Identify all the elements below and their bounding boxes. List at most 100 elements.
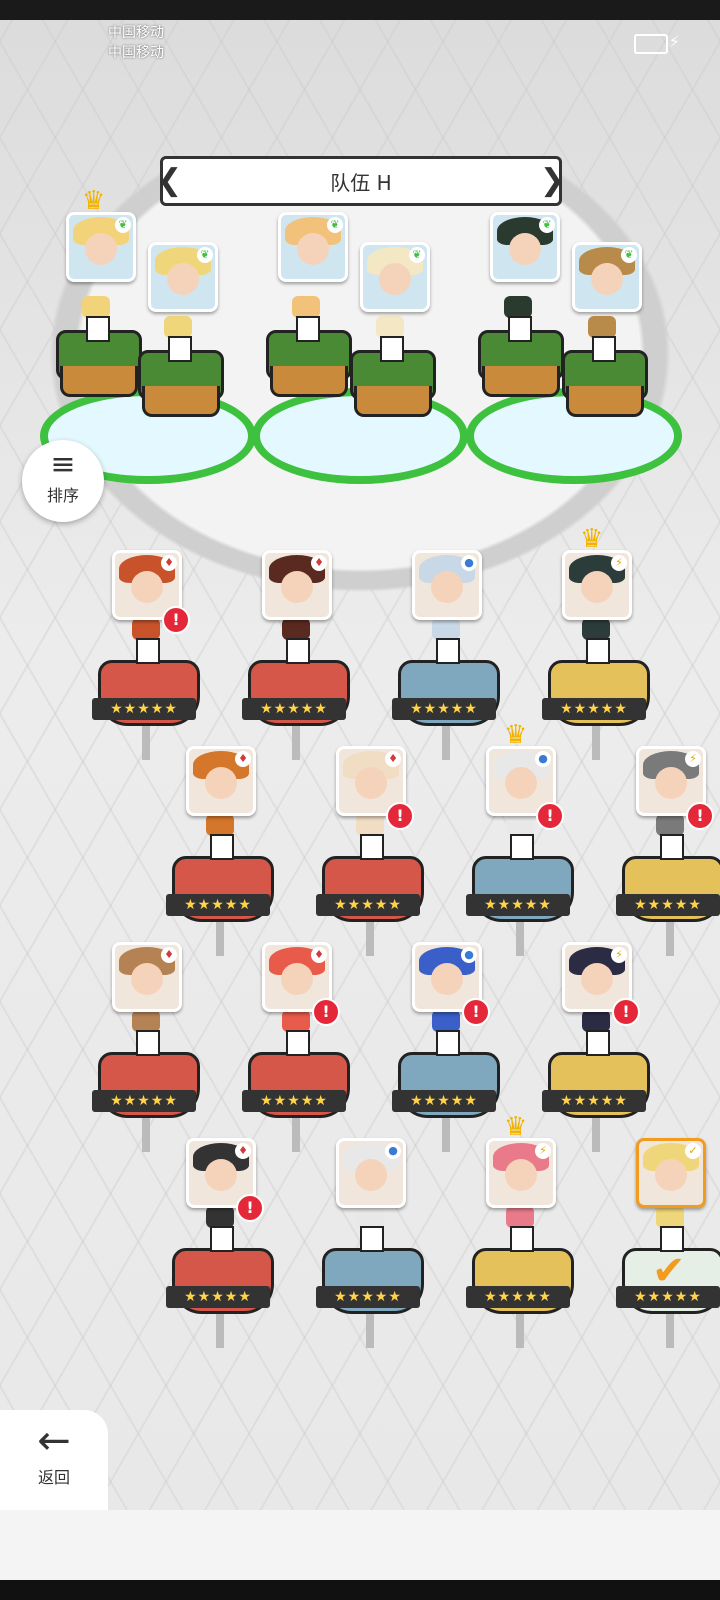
element-icon: ● — [385, 1143, 401, 1159]
element-icon: ⚡ — [685, 751, 701, 767]
leaf-icon: ❦ — [409, 247, 425, 263]
leaf-icon: ❦ — [539, 217, 555, 233]
element-icon: ♦ — [311, 947, 327, 963]
star-rating: ★★★★★ — [466, 894, 570, 916]
alert-icon: ! — [612, 998, 640, 1026]
alert-icon: ! — [462, 998, 490, 1026]
star-rating: ★★★★★ — [316, 894, 420, 916]
leaf-icon: ❦ — [621, 247, 637, 263]
bottom-bar — [0, 1510, 720, 1580]
hero-card[interactable]: ★★★★★ ♦ — [242, 550, 352, 760]
back-button[interactable]: ← 返回 — [0, 1410, 108, 1510]
element-icon: ⚡ — [535, 1143, 551, 1159]
star-rating: ★★★★★ — [92, 698, 196, 720]
hero-sprite — [500, 1206, 540, 1252]
hero-card[interactable]: ★★★★★ ⚡! — [616, 746, 720, 956]
hero-sprite — [126, 1010, 166, 1056]
hero-sprite — [350, 1206, 390, 1252]
star-rating: ★★★★★ — [166, 1286, 270, 1308]
hero-card[interactable]: ★★★★★ ● — [316, 1138, 426, 1348]
hero-portrait[interactable]: ⚡ — [486, 1138, 556, 1208]
system-nav-bar — [0, 1580, 720, 1600]
hero-sprite — [200, 814, 240, 860]
hero-portrait[interactable]: ✓ — [636, 1138, 706, 1208]
battery-icon — [634, 34, 668, 54]
hero-card[interactable]: ★★★★★ ♦ — [92, 942, 202, 1152]
hero-portrait[interactable]: ♦ — [186, 746, 256, 816]
hero-card[interactable]: ★★★★★ ⚡! — [542, 942, 652, 1152]
hero-card[interactable]: ★★★★★ ♦! — [166, 1138, 276, 1348]
crown-icon: ♛ — [504, 720, 528, 750]
hero-card[interactable]: ★★★★★ ♦! — [316, 746, 426, 956]
team-hero-sprite — [76, 296, 116, 342]
element-icon: ● — [461, 947, 477, 963]
hero-card[interactable]: ★★★★★ ●! — [392, 942, 502, 1152]
hero-portrait[interactable]: ● — [412, 550, 482, 620]
alert-icon: ! — [236, 1194, 264, 1222]
game-screen: 中国移动 中国移动 ⚡ ❮ 队伍 H ❯ ❦ ♛ ❦ ❦ ❦ ❦ ❦ ≡ 排序 ★★★★★ ♦… — [0, 20, 720, 1580]
hero-portrait[interactable]: ● — [336, 1138, 406, 1208]
next-team-icon[interactable]: ❯ — [540, 163, 565, 198]
team-hero-portrait[interactable]: ❦ — [148, 242, 218, 312]
team-hero-sprite — [370, 316, 410, 362]
hero-portrait[interactable]: ♦ — [112, 942, 182, 1012]
sort-label: 排序 — [46, 486, 79, 505]
hero-sprite — [276, 1010, 316, 1056]
team-hero-sprite — [286, 296, 326, 342]
element-icon: ♦ — [311, 555, 327, 571]
team-hero-portrait[interactable]: ❦ — [278, 212, 348, 282]
hero-card[interactable]: ★★★★★ ♦ — [166, 746, 276, 956]
hero-card[interactable]: ★★★★★ ♦! — [242, 942, 352, 1152]
crown-icon: ♛ — [82, 186, 106, 216]
hero-card[interactable]: ★★★★★ ♦! — [92, 550, 202, 760]
star-rating: ★★★★★ — [166, 894, 270, 916]
element-icon: ● — [535, 751, 551, 767]
star-rating: ★★★★★ — [616, 894, 720, 916]
leaf-icon: ❦ — [327, 217, 343, 233]
hero-card[interactable]: ★★★★★ ●! ♛ — [466, 720, 576, 956]
check-icon: ✔ — [652, 1248, 686, 1294]
team-hero-portrait[interactable]: ❦ — [490, 212, 560, 282]
element-icon: ⚡ — [611, 555, 627, 571]
hero-sprite — [126, 618, 166, 664]
team-hero-sprite — [158, 316, 198, 362]
team-hero-portrait[interactable]: ❦ — [572, 242, 642, 312]
hero-card[interactable]: ★★★★★ ✓ ✔ — [616, 1138, 720, 1348]
hero-sprite — [276, 618, 316, 664]
hero-card[interactable]: ★★★★★ ● — [392, 550, 502, 760]
sort-icon: ≡ — [50, 447, 76, 482]
star-rating: ★★★★★ — [392, 698, 496, 720]
status-bar: 中国移动 中国移动 ⚡ — [0, 20, 720, 61]
team-hero-portrait[interactable]: ❦ — [66, 212, 136, 282]
star-rating: ★★★★★ — [242, 698, 346, 720]
hero-sprite — [650, 1206, 690, 1252]
carrier-label: 中国移动 — [108, 25, 164, 41]
alert-icon: ! — [386, 802, 414, 830]
team-selector[interactable]: ❮ 队伍 H ❯ — [157, 156, 565, 206]
alert-icon: ! — [162, 606, 190, 634]
team-hero-portrait[interactable]: ❦ — [360, 242, 430, 312]
sort-button[interactable]: ≡ 排序 — [22, 440, 104, 522]
star-rating: ★★★★★ — [466, 1286, 570, 1308]
hero-portrait[interactable]: ⚡ — [562, 550, 632, 620]
hero-sprite — [650, 814, 690, 860]
star-rating: ★★★★★ — [242, 1090, 346, 1112]
element-icon: ♦ — [385, 751, 401, 767]
team-hero-sprite — [582, 316, 622, 362]
hero-card[interactable]: ★★★★★ ⚡ ♛ — [542, 524, 652, 760]
star-rating: ★★★★★ — [542, 698, 646, 720]
hero-sprite — [200, 1206, 240, 1252]
element-icon: ♦ — [161, 947, 177, 963]
hero-sprite — [576, 618, 616, 664]
star-rating: ★★★★★ — [542, 1090, 646, 1112]
star-rating: ★★★★★ — [316, 1286, 420, 1308]
hero-sprite — [426, 1010, 466, 1056]
element-icon: ● — [461, 555, 477, 571]
hero-card[interactable]: ★★★★★ ⚡ ♛ — [466, 1112, 576, 1348]
back-label: 返回 — [37, 1468, 70, 1487]
alert-icon: ! — [686, 802, 714, 830]
hero-portrait[interactable]: ♦ — [262, 550, 332, 620]
prev-team-icon[interactable]: ❮ — [157, 163, 182, 198]
crown-icon: ♛ — [580, 524, 604, 554]
alert-icon: ! — [312, 998, 340, 1026]
